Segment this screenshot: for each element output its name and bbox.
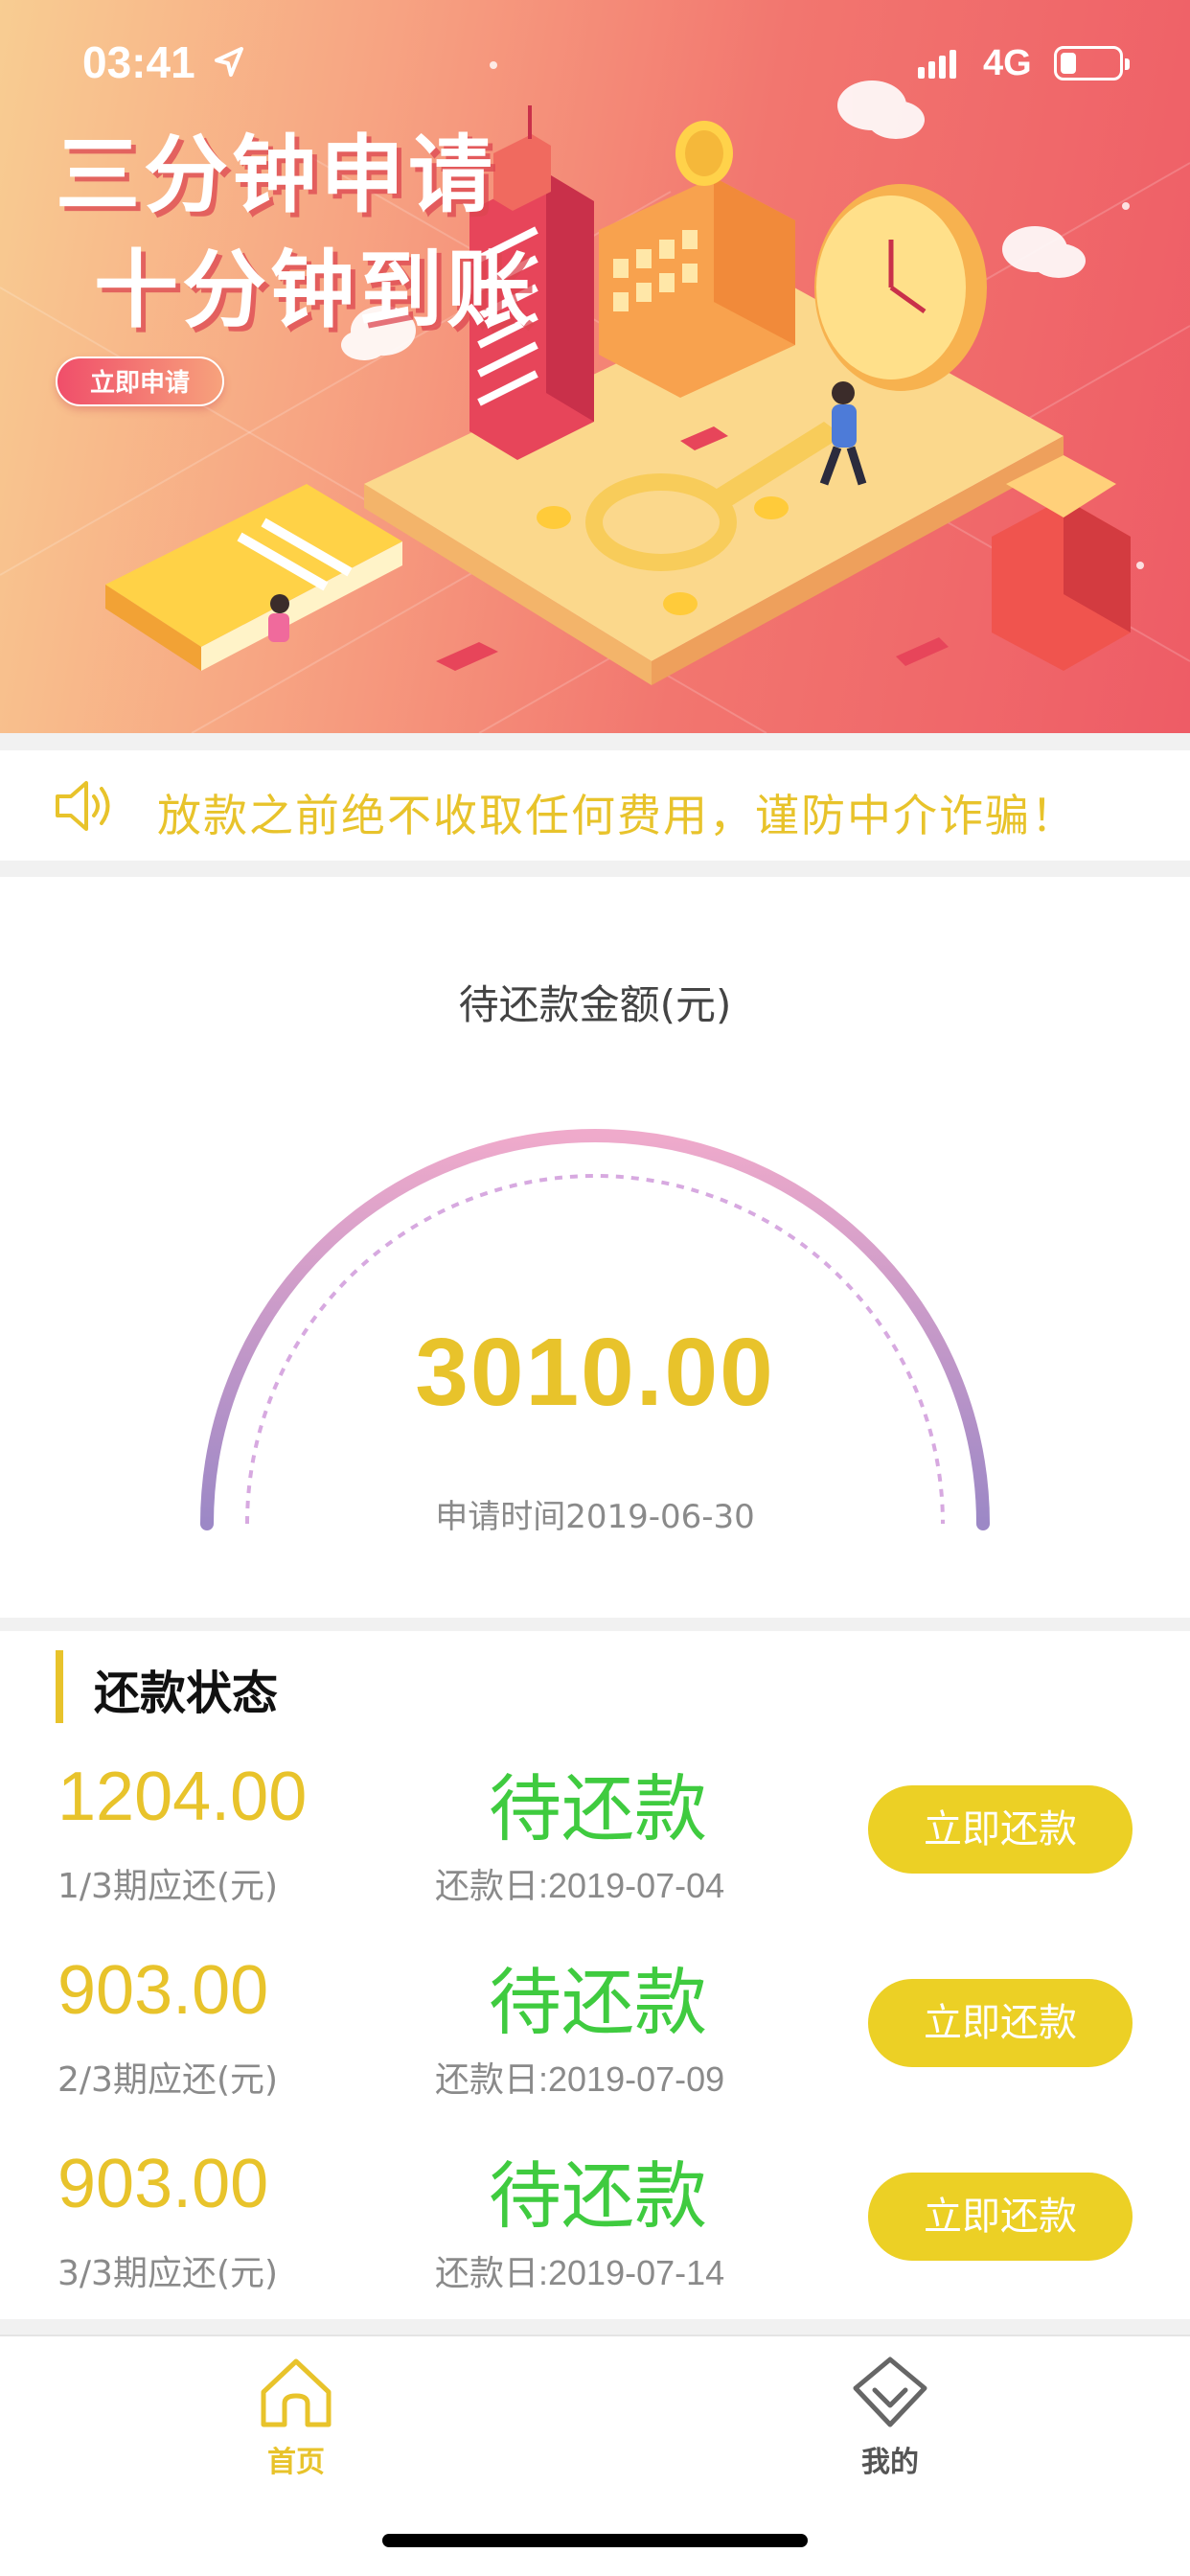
section-accent-bar (56, 1650, 63, 1723)
repayment-row: 903.00 2/3期应还(元) 待还款 还款日:2019-07-09 立即还款 (0, 1951, 1190, 2143)
installment-status: 待还款 (489, 1766, 707, 1852)
battery-icon (1054, 46, 1130, 80)
installment-status: 待还款 (489, 1960, 707, 2045)
repayment-title: 还款状态 (94, 1667, 279, 1720)
home-icon (261, 2358, 332, 2427)
repay-now-button[interactable]: 立即还款 (868, 2173, 1133, 2261)
diamond-icon (853, 2357, 927, 2427)
notice-bar: 放款之前绝不收取任何费用，谨防中介诈骗！ (0, 750, 1190, 861)
tab-home[interactable]: 首页 (200, 2356, 392, 2480)
notice-text: 放款之前绝不收取任何费用，谨防中介诈骗！ (157, 790, 1077, 841)
status-time: 03:41 (82, 37, 195, 87)
installment-amount: 903.00 (57, 1952, 269, 2029)
installment-due-date: 还款日:2019-07-09 (435, 2059, 725, 2099)
tab-mine-label: 我的 (861, 2446, 919, 2479)
installment-due-date: 还款日:2019-07-04 (435, 1866, 725, 1905)
installment-period: 3/3期应还(元) (57, 2254, 279, 2293)
repayment-section: 还款状态 1204.00 1/3期应还(元) 待还款 还款日:2019-07-0… (0, 1631, 1190, 2319)
banner-title-line1: 三分钟申请 (56, 126, 497, 224)
repayment-row: 903.00 3/3期应还(元) 待还款 还款日:2019-07-14 立即还款 (0, 2145, 1190, 2336)
tab-home-label: 首页 (267, 2446, 325, 2479)
home-indicator (382, 2534, 808, 2547)
installment-amount: 903.00 (57, 2146, 269, 2222)
amount-gauge (200, 1129, 990, 1530)
installment-status: 待还款 (489, 2153, 707, 2239)
location-arrow-icon (215, 47, 243, 77)
speaker-icon (56, 781, 110, 831)
repayment-row: 1204.00 1/3期应还(元) 待还款 还款日:2019-07-04 立即还… (0, 1758, 1190, 1949)
installment-period: 1/3期应还(元) (57, 1867, 279, 1906)
apply-time: 申请时间2019-06-30 (435, 1498, 755, 1536)
installment-period: 2/3期应还(元) (57, 2060, 279, 2100)
tab-mine[interactable]: 我的 (794, 2356, 986, 2480)
hero-banner[interactable]: 03:41 4G 三分钟申请 十分钟到账 立即申请 (0, 0, 1190, 733)
repay-now-button[interactable]: 立即还款 (868, 1785, 1133, 1874)
amount-value: 3010.00 (415, 1319, 775, 1426)
installment-amount: 1204.00 (57, 1759, 308, 1835)
amount-card: 待还款金额(元) 3010.00 申请时间2019-06-30 (0, 877, 1190, 1618)
network-type: 4G (983, 43, 1032, 83)
banner-title-line2: 十分钟到账 (94, 241, 536, 339)
banner-apply-button[interactable]: 立即申请 (56, 356, 224, 406)
signal-icon (918, 50, 956, 79)
repay-now-button[interactable]: 立即还款 (868, 1979, 1133, 2067)
installment-due-date: 还款日:2019-07-14 (435, 2253, 725, 2292)
